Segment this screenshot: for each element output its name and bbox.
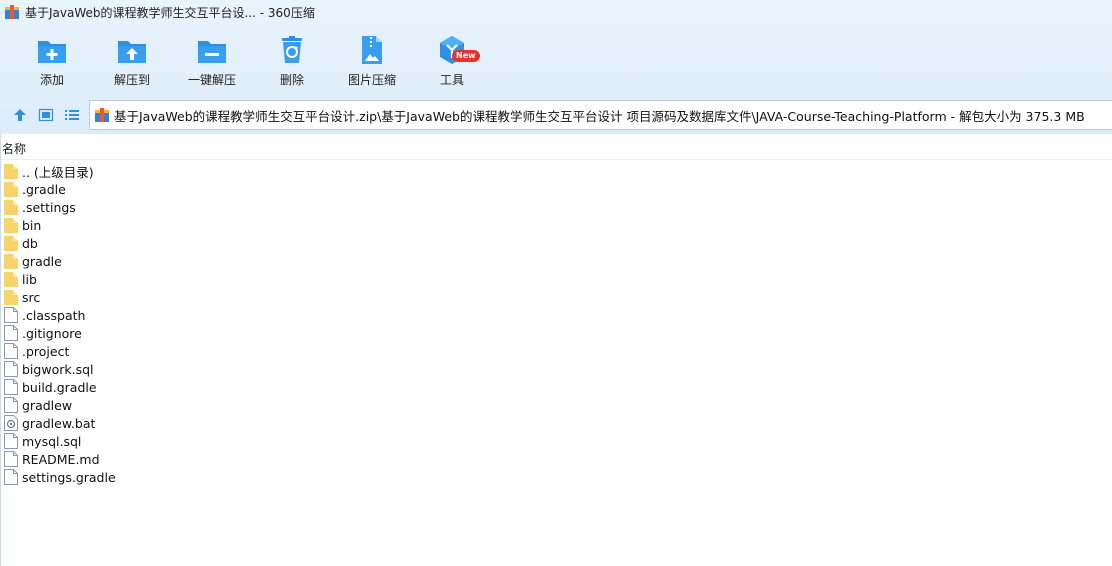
address-path: 基于JavaWeb的课程教学师生交互平台设计.zip\基于JavaWeb的课程教…: [114, 108, 1085, 124]
image-compress-button[interactable]: 图片压缩: [332, 34, 412, 92]
add-label: 添加: [39, 73, 64, 87]
folder-row[interactable]: bin: [4, 216, 116, 234]
folder-row[interactable]: .settings: [4, 198, 116, 216]
file-icon: [4, 307, 18, 323]
image-compress-icon: [362, 36, 382, 64]
recycle-delete-icon: [282, 36, 302, 63]
file-icon: [4, 379, 18, 395]
file-row[interactable]: README.md: [4, 450, 116, 468]
file-row[interactable]: build.gradle: [4, 378, 116, 396]
file-name: gradle: [22, 253, 62, 269]
extract-to-label: 解压到: [113, 73, 150, 87]
window-title: 基于JavaWeb的课程教学师生交互平台设... - 360压缩: [25, 6, 315, 20]
file-name: .settings: [22, 199, 76, 215]
folder-row[interactable]: .gradle: [4, 180, 116, 198]
folder-row[interactable]: .. (上级目录): [4, 162, 116, 180]
window-chrome: 基于JavaWeb的课程教学师生交互平台设... - 360压缩 添加 解压到: [0, 0, 1112, 134]
file-name: build.gradle: [22, 379, 97, 395]
batch-file-icon: [4, 415, 18, 431]
file-icon: [4, 451, 18, 467]
file-list: .. (上级目录) .gradle .settings bin db gradle lib s…: [4, 162, 116, 486]
file-list-pane: 名称 .. (上级目录) .gradle .settings bin db gradle l…: [0, 134, 1112, 566]
extract-to-icon: [118, 41, 146, 63]
folder-row[interactable]: src: [4, 288, 116, 306]
file-row[interactable]: bigwork.sql: [4, 360, 116, 378]
one-click-extract-label: 一键解压: [187, 73, 236, 87]
folder-icon: [4, 236, 18, 251]
add-folder-icon: [38, 41, 66, 63]
file-name: README.md: [22, 451, 100, 467]
file-name: .gitignore: [22, 325, 82, 341]
title-bar: 基于JavaWeb的课程教学师生交互平台设... - 360压缩: [0, 0, 1112, 24]
extract-to-button[interactable]: 解压到: [92, 34, 172, 92]
file-name: .gradle: [22, 181, 66, 197]
file-name: gradlew: [22, 397, 73, 413]
file-name: src: [22, 289, 41, 305]
file-icon: [4, 397, 18, 413]
file-name: settings.gradle: [22, 469, 116, 485]
file-name: mysql.sql: [22, 433, 82, 449]
folder-row[interactable]: db: [4, 234, 116, 252]
file-row[interactable]: settings.gradle: [4, 468, 116, 486]
archive-icon: [95, 108, 109, 122]
tools-button[interactable]: 工具: [412, 34, 492, 92]
tools-label: 工具: [439, 73, 464, 87]
file-name: .project: [22, 343, 70, 359]
folder-icon: [4, 290, 18, 305]
file-name: lib: [22, 271, 37, 287]
address-bar[interactable]: 基于JavaWeb的课程教学师生交互平台设计.zip\基于JavaWeb的课程教…: [89, 100, 1112, 130]
file-row[interactable]: mysql.sql: [4, 432, 116, 450]
up-arrow-icon[interactable]: [12, 107, 28, 123]
delete-label: 删除: [279, 73, 304, 87]
add-button[interactable]: 添加: [12, 34, 92, 92]
folder-icon: [4, 164, 18, 179]
list-view-icon[interactable]: [64, 107, 80, 123]
image-compress-label: 图片压缩: [347, 73, 396, 87]
file-name: bigwork.sql: [22, 361, 94, 377]
new-badge: New: [452, 50, 480, 62]
file-row[interactable]: .gitignore: [4, 324, 116, 342]
app-archive-icon: [5, 5, 19, 19]
folder-row[interactable]: lib: [4, 270, 116, 288]
header-divider: [1, 159, 1112, 160]
file-name: gradlew.bat: [22, 415, 96, 431]
file-row[interactable]: .project: [4, 342, 116, 360]
file-name: db: [22, 235, 38, 251]
column-header-name[interactable]: 名称: [1, 140, 26, 158]
file-row[interactable]: gradlew.bat: [4, 414, 116, 432]
address-row: 基于JavaWeb的课程教学师生交互平台设计.zip\基于JavaWeb的课程教…: [0, 99, 1112, 131]
file-icon: [4, 325, 18, 341]
file-name: .. (上级目录): [22, 164, 94, 180]
one-click-extract-icon: [198, 41, 226, 63]
file-icon: [4, 361, 18, 377]
toolbar: 添加 解压到 一键解压 删除 图片压缩 工具 New: [0, 24, 1112, 96]
file-name: bin: [22, 217, 42, 233]
one-click-extract-button[interactable]: 一键解压: [172, 34, 252, 92]
file-row[interactable]: .classpath: [4, 306, 116, 324]
file-icon: [4, 433, 18, 449]
file-icon: [4, 469, 18, 485]
file-icon: [4, 343, 18, 359]
folder-icon: [4, 272, 18, 287]
delete-button[interactable]: 删除: [252, 34, 332, 92]
folder-icon: [4, 182, 18, 197]
folder-icon: [4, 218, 18, 233]
folder-row[interactable]: gradle: [4, 252, 116, 270]
thumbnail-view-icon[interactable]: [38, 107, 54, 123]
file-name: .classpath: [22, 307, 86, 323]
folder-icon: [4, 254, 18, 269]
file-row[interactable]: gradlew: [4, 396, 116, 414]
folder-icon: [4, 200, 18, 215]
